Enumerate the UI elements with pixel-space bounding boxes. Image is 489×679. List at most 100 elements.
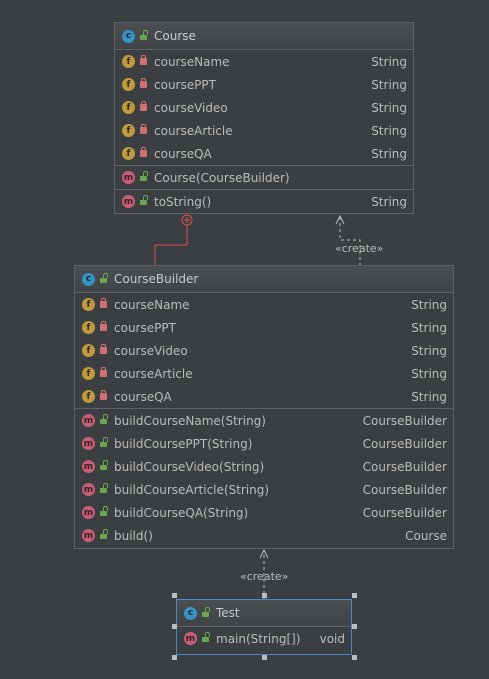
- method-row[interactable]: m buildCourseName(String) CourseBuilder: [75, 409, 453, 432]
- private-lock-icon: [100, 390, 107, 400]
- constructors-section: m Course(CourseBuilder): [115, 166, 413, 190]
- field-type: String: [371, 54, 407, 69]
- create-label: «create»: [240, 570, 289, 583]
- public-lock-icon: [140, 29, 148, 40]
- method-icon: m: [82, 506, 95, 519]
- method-row[interactable]: m buildCoursePPT(String) CourseBuilder: [75, 432, 453, 455]
- field-name: coursePPT: [154, 77, 216, 92]
- public-lock-icon: [100, 272, 108, 283]
- static-method-icon: m: [184, 632, 197, 645]
- resize-handle-s[interactable]: [262, 655, 267, 660]
- method-icon: m: [122, 171, 135, 184]
- field-row[interactable]: f coursePPT String: [75, 316, 453, 339]
- field-icon: f: [82, 344, 95, 357]
- method-type: CourseBuilder: [362, 482, 447, 497]
- method-type: Course: [405, 528, 447, 543]
- field-type: String: [411, 320, 447, 335]
- field-type: String: [371, 123, 407, 138]
- method-row[interactable]: m buildCourseQA(String) CourseBuilder: [75, 501, 453, 524]
- class-name: Course: [154, 29, 196, 43]
- field-type: String: [371, 77, 407, 92]
- method-name: buildCourseArticle(String): [114, 482, 270, 497]
- private-lock-icon: [140, 147, 147, 157]
- field-type: String: [411, 343, 447, 358]
- methods-section: m toString() String: [115, 190, 413, 213]
- resize-handle-e[interactable]: [352, 624, 357, 629]
- method-row[interactable]: m buildCourseVideo(String) CourseBuilder: [75, 455, 453, 478]
- method-name: buildCourseQA(String): [114, 505, 249, 520]
- public-lock-icon: [202, 632, 210, 642]
- field-icon: f: [122, 124, 135, 137]
- field-icon: f: [122, 78, 135, 91]
- field-icon: f: [82, 298, 95, 311]
- field-icon: f: [122, 147, 135, 160]
- field-name: courseName: [154, 54, 230, 69]
- fields-section: f courseName String f coursePPT String f…: [115, 50, 413, 166]
- method-name: toString(): [154, 194, 212, 209]
- private-lock-icon: [100, 321, 107, 331]
- field-icon: f: [82, 367, 95, 380]
- class-icon: c: [122, 29, 135, 43]
- method-name: main(String[]): [216, 631, 301, 646]
- private-lock-icon: [100, 298, 107, 308]
- create-label: «create»: [335, 242, 384, 255]
- private-lock-icon: [140, 124, 147, 134]
- resize-handle-n[interactable]: [262, 593, 267, 598]
- method-row[interactable]: m build() Course: [75, 524, 453, 547]
- method-icon: m: [82, 483, 95, 496]
- field-row[interactable]: f courseName String: [75, 293, 453, 316]
- public-lock-icon: [140, 195, 148, 205]
- private-lock-icon: [100, 367, 107, 377]
- field-row[interactable]: f courseVideo String: [75, 339, 453, 362]
- fields-section: f courseName String f coursePPT String f…: [75, 293, 453, 409]
- method-type: CourseBuilder: [362, 505, 447, 520]
- field-icon: f: [122, 101, 135, 114]
- public-lock-icon: [202, 606, 210, 617]
- field-name: courseArticle: [114, 366, 193, 381]
- class-course[interactable]: c Course f courseName String f coursePPT…: [114, 22, 414, 214]
- public-lock-icon: [100, 529, 108, 539]
- field-name: courseName: [114, 297, 190, 312]
- field-row[interactable]: f coursePPT String: [115, 73, 413, 96]
- inner-class-icon: c: [82, 272, 95, 286]
- method-row[interactable]: m main(String[]) void: [177, 627, 351, 650]
- method-name: buildCoursePPT(String): [114, 436, 253, 451]
- public-lock-icon: [100, 506, 108, 516]
- field-type: String: [371, 146, 407, 161]
- field-row[interactable]: f courseArticle String: [115, 119, 413, 142]
- constructor-row[interactable]: m Course(CourseBuilder): [115, 166, 413, 189]
- private-lock-icon: [140, 78, 147, 88]
- method-type: String: [371, 194, 407, 209]
- method-row[interactable]: m buildCourseArticle(String) CourseBuild…: [75, 478, 453, 501]
- method-type: void: [319, 631, 345, 646]
- method-name: buildCourseName(String): [114, 413, 266, 428]
- class-test[interactable]: c Test m main(String[]) void: [176, 599, 352, 655]
- field-row[interactable]: f courseName String: [115, 50, 413, 73]
- resize-handle-sw[interactable]: [172, 655, 177, 660]
- class-header[interactable]: c Test: [177, 600, 351, 627]
- resize-handle-w[interactable]: [172, 624, 177, 629]
- method-type: CourseBuilder: [362, 413, 447, 428]
- method-icon: m: [82, 460, 95, 473]
- field-row[interactable]: f courseArticle String: [75, 362, 453, 385]
- methods-section: m buildCourseName(String) CourseBuilder …: [75, 409, 453, 547]
- resize-handle-se[interactable]: [352, 655, 357, 660]
- class-header[interactable]: c CourseBuilder: [75, 266, 453, 293]
- field-type: String: [371, 100, 407, 115]
- class-header[interactable]: c Course: [115, 23, 413, 50]
- method-icon: m: [82, 414, 95, 427]
- field-row[interactable]: f courseQA String: [115, 142, 413, 165]
- resize-handle-ne[interactable]: [352, 593, 357, 598]
- field-type: String: [411, 389, 447, 404]
- class-course-builder[interactable]: c CourseBuilder f courseName String f co…: [74, 265, 454, 549]
- field-row[interactable]: f courseQA String: [75, 385, 453, 408]
- method-type: CourseBuilder: [362, 459, 447, 474]
- public-lock-icon: [100, 483, 108, 493]
- method-type: CourseBuilder: [362, 436, 447, 451]
- method-row[interactable]: m toString() String: [115, 190, 413, 213]
- resize-handle-nw[interactable]: [172, 593, 177, 598]
- field-name: courseVideo: [154, 100, 228, 115]
- class-name: Test: [216, 606, 240, 620]
- field-name: courseArticle: [154, 123, 233, 138]
- field-row[interactable]: f courseVideo String: [115, 96, 413, 119]
